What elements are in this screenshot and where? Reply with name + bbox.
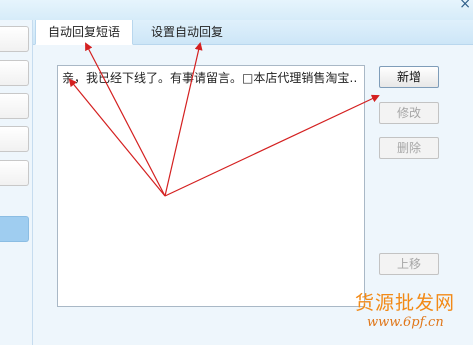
close-icon[interactable]: × <box>459 0 471 12</box>
tab-bar: 自动回复短语 设置自动回复 <box>33 20 473 45</box>
tab-auto-reply-phrases[interactable]: 自动回复短语 <box>35 20 133 45</box>
list-item[interactable]: 亲，我已经下线了。有事请留言。□本店代理销售淘宝… <box>62 70 358 86</box>
tab-auto-reply-settings[interactable]: 设置自动回复 <box>139 20 235 44</box>
edit-button[interactable]: 修改 <box>379 102 439 124</box>
phrase-list[interactable]: 亲，我已经下线了。有事请留言。□本店代理销售淘宝… <box>57 65 365 307</box>
watermark-logo: 货源批发网 www.6pf.cn <box>355 288 473 345</box>
left-sidebar <box>0 20 33 345</box>
sidebar-button[interactable] <box>0 160 29 186</box>
sidebar-button[interactable] <box>0 60 29 86</box>
move-up-button[interactable]: 上移 <box>379 253 439 275</box>
sidebar-button[interactable] <box>0 26 29 52</box>
title-bar: × <box>0 0 473 20</box>
delete-button[interactable]: 删除 <box>379 137 439 159</box>
watermark-url: www.6pf.cn <box>367 315 444 330</box>
sidebar-button[interactable] <box>0 126 29 152</box>
add-button[interactable]: 新增 <box>379 66 439 88</box>
sidebar-button-selected[interactable] <box>0 216 29 242</box>
watermark-title: 货源批发网 <box>355 292 456 314</box>
sidebar-button[interactable] <box>0 93 29 119</box>
